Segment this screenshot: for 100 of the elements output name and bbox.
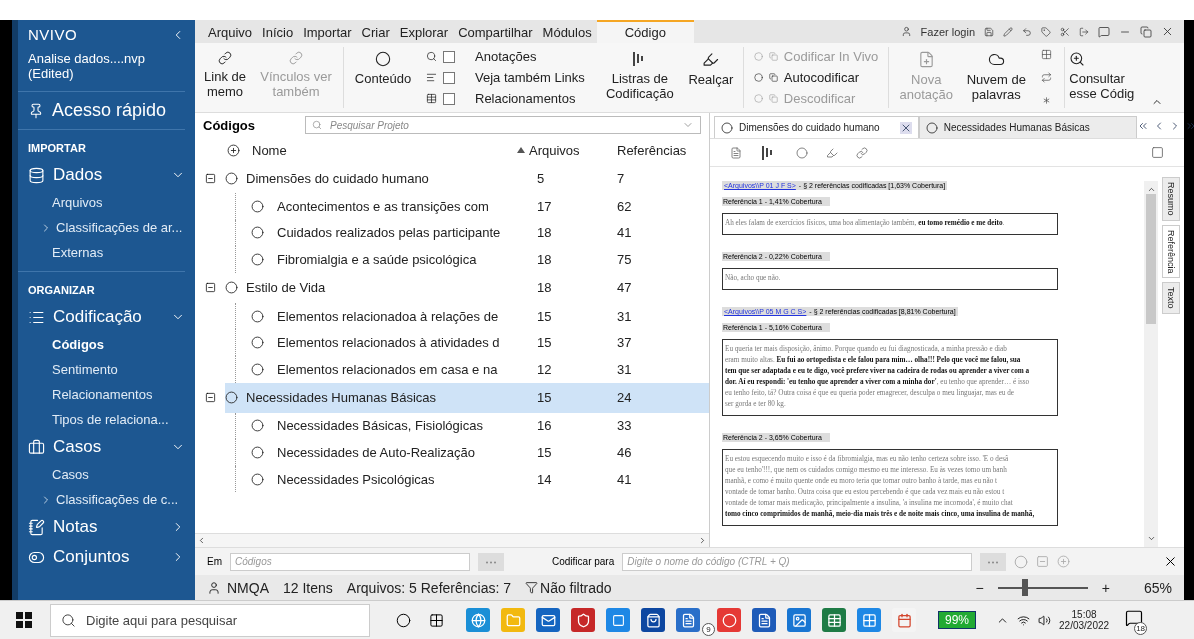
store-icon[interactable] xyxy=(641,608,665,632)
tree-row[interactable]: Dimensões do cuidado humano 5 7 xyxy=(225,163,709,193)
app-icon[interactable] xyxy=(606,608,630,632)
menu-tab[interactable]: Código xyxy=(596,20,694,43)
app-icon[interactable] xyxy=(676,608,700,632)
menu-tab[interactable]: Criar xyxy=(356,20,395,43)
side-tab[interactable]: Texto xyxy=(1162,282,1180,314)
document-tab[interactable]: Necessidades Humanas Básicas xyxy=(918,116,1137,138)
sidebar-item[interactable]: Relacionamentos xyxy=(18,382,195,407)
checkbox-option[interactable]: Veja também Links xyxy=(426,70,585,85)
menu-tab[interactable]: Explorar xyxy=(394,20,454,43)
location-field[interactable]: Códigos xyxy=(230,552,470,571)
sidebar-item[interactable]: Arquivos xyxy=(18,190,195,215)
view-button[interactable]: Realçar xyxy=(682,47,739,108)
menu-tab[interactable]: Arquivo xyxy=(203,20,258,43)
vertical-scrollbar[interactable] xyxy=(1144,181,1158,547)
sidebar-group[interactable]: Casos xyxy=(18,432,195,462)
app-logo: NVIVO xyxy=(28,26,78,43)
checkbox[interactable] xyxy=(443,50,455,63)
spreadsheet-icon[interactable] xyxy=(822,608,846,632)
clock[interactable]: 15:08 22/03/2022 xyxy=(1059,609,1110,631)
scroll-right-icon xyxy=(698,536,707,545)
checkbox-option[interactable]: Anotações xyxy=(426,49,585,64)
content-button[interactable]: Conteúdo xyxy=(348,47,418,108)
tree-row[interactable]: Necessidades Psicológicas 14 41 xyxy=(251,465,709,493)
user-icon xyxy=(207,580,221,595)
tree-row[interactable]: Cuidados realizados pelas participante 18 41 xyxy=(251,219,709,247)
code-field[interactable]: Digite o nome do código (CTRL + Q) xyxy=(622,552,973,571)
window-icon xyxy=(1151,146,1164,159)
search-field[interactable]: Pesquisar Projeto xyxy=(305,116,701,134)
tree-row[interactable]: Elementos relacionados à atividades d 15 37 xyxy=(251,329,709,356)
shield-icon[interactable] xyxy=(571,608,595,632)
comment-icon xyxy=(1098,25,1110,38)
zoom-thumb[interactable] xyxy=(1021,579,1028,596)
quick-access[interactable]: Acesso rápido xyxy=(52,100,167,121)
sidebar-item[interactable]: Códigos xyxy=(18,332,195,357)
sidebar-item[interactable]: Casos xyxy=(18,462,195,487)
search-icon xyxy=(426,51,437,62)
tag-icon xyxy=(1041,26,1051,37)
menu-tab[interactable]: Início xyxy=(257,20,299,43)
sidebar-item[interactable]: Tipos de relaciona... xyxy=(18,407,195,432)
sidebar-item[interactable]: Classificações de c... xyxy=(18,487,195,512)
side-tab[interactable]: Referência xyxy=(1162,224,1180,279)
tree-row[interactable]: Estilo de Vida 18 47 xyxy=(225,272,709,303)
taskbar-search[interactable]: Digite aqui para pesquisar xyxy=(50,603,370,637)
view-button[interactable]: Listras de Codificação xyxy=(598,47,681,108)
tree-row[interactable]: Necessidades Humanas Básicas 15 24 xyxy=(225,382,709,413)
app-icon[interactable] xyxy=(892,608,916,632)
checkbox-option[interactable]: Relacionamentos xyxy=(426,91,585,106)
side-tab[interactable]: Resumo xyxy=(1162,177,1180,221)
code-action[interactable]: Autocodificar xyxy=(753,70,879,85)
sidebar-item[interactable]: Externas xyxy=(18,240,195,265)
circle-icon xyxy=(753,52,763,61)
menu-tab[interactable]: Compartilhar xyxy=(453,20,538,43)
tree-row[interactable]: Necessidades Básicas, Fisiológicas 16 33 xyxy=(251,412,709,440)
tree-row[interactable]: Necessidades de Auto-Realização 15 46 xyxy=(251,439,709,466)
circle-icon xyxy=(796,146,808,159)
zoom-in[interactable]: + xyxy=(1101,579,1110,596)
collapse-icon[interactable] xyxy=(205,392,216,404)
browser-icon[interactable] xyxy=(717,608,741,632)
horizontal-scrollbar[interactable] xyxy=(195,533,709,547)
column-header[interactable]: Nome xyxy=(240,142,517,158)
column-header[interactable]: Referências xyxy=(617,142,709,158)
sidebar-group[interactable]: Dados xyxy=(18,160,195,190)
sidebar-item[interactable]: Sentimento xyxy=(18,357,195,382)
tree-row[interactable]: Elementos relacionadoa à relações de 15 31 xyxy=(251,302,709,330)
tree-row[interactable]: Elementos relacionados em casa e na 12 31 xyxy=(251,355,709,383)
app-icon[interactable] xyxy=(857,608,881,632)
query-button[interactable]: Consultar esse Códig xyxy=(1069,47,1146,108)
tool-button[interactable]: Nuvem de palavras xyxy=(961,47,1032,108)
marker-icon xyxy=(826,146,838,159)
section-heading: IMPORTAR xyxy=(27,141,87,156)
briefcase-icon xyxy=(28,438,45,456)
sidebar-group[interactable]: Notas xyxy=(18,512,195,542)
pin-icon xyxy=(28,102,44,119)
collapse-icon[interactable] xyxy=(205,172,216,184)
windows-icon[interactable] xyxy=(16,612,32,628)
tree-row[interactable]: Acontecimentos e as transições com 17 62 xyxy=(251,193,709,220)
collapse-icon[interactable] xyxy=(205,282,216,294)
filter-status[interactable]: Não filtrado xyxy=(540,579,612,596)
sidebar-group[interactable]: Conjuntos xyxy=(18,542,195,572)
sidebar-item[interactable]: Classificações de ar... xyxy=(18,215,195,240)
word-icon[interactable] xyxy=(752,608,776,632)
marker-icon xyxy=(702,51,720,68)
sidebar-group[interactable]: Codificação xyxy=(18,302,195,332)
menu-tab[interactable]: Módulos xyxy=(537,20,597,43)
document-tab[interactable]: Dimensões do cuidado humano xyxy=(714,116,919,138)
login-link[interactable]: Fazer login xyxy=(920,25,975,38)
task-view-icon xyxy=(429,612,444,628)
checkbox[interactable] xyxy=(443,71,455,84)
photos-icon[interactable] xyxy=(787,608,811,632)
checkbox[interactable] xyxy=(443,92,455,105)
column-header[interactable]: Arquivos xyxy=(529,142,580,158)
tree-row[interactable]: Fibromialgia e a saúde psicológica 18 75 xyxy=(251,246,709,273)
zoom-out[interactable]: − xyxy=(975,579,984,596)
filter-icon xyxy=(525,581,539,594)
link-button[interactable]: Link de memo xyxy=(199,47,251,108)
app-icon[interactable] xyxy=(466,608,490,632)
mail-icon[interactable] xyxy=(536,608,560,632)
menu-tab[interactable]: Importar xyxy=(298,20,357,43)
